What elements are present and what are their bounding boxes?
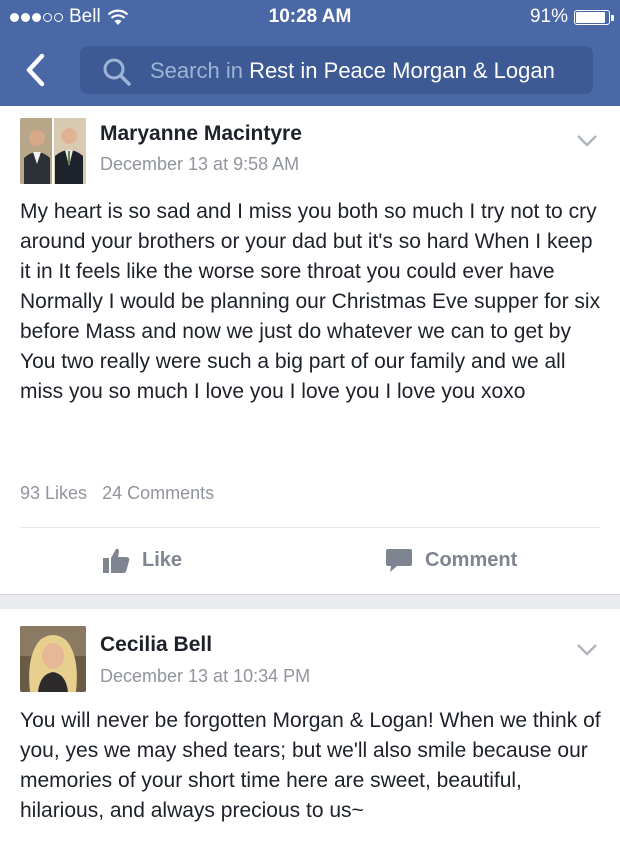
status-bar: Bell 10:28 AM 91% bbox=[0, 0, 620, 36]
search-query: Rest in Peace Morgan & Logan bbox=[249, 58, 555, 83]
battery-status: 91% bbox=[529, 6, 614, 28]
comment-count[interactable]: 24 Comments bbox=[102, 483, 214, 503]
navigation-header: Bell 10:28 AM 91% Search in Rest in Peac… bbox=[0, 0, 620, 106]
post-body: My heart is so sad and I miss you both s… bbox=[20, 200, 601, 403]
divider bbox=[20, 527, 600, 528]
post-author[interactable]: Maryanne Macintyre bbox=[100, 122, 302, 146]
chevron-down-icon[interactable] bbox=[576, 134, 598, 148]
comment-bubble-icon bbox=[386, 549, 412, 572]
post-author[interactable]: Cecilia Bell bbox=[100, 633, 212, 657]
like-label: Like bbox=[142, 549, 183, 571]
post-separator bbox=[0, 594, 620, 609]
avatar[interactable] bbox=[20, 626, 86, 692]
post-reaction-counts[interactable]: 93 Likes 24 Comments bbox=[20, 483, 214, 504]
comment-label: Comment bbox=[425, 548, 518, 571]
like-count[interactable]: 93 Likes bbox=[20, 483, 87, 503]
avatar[interactable] bbox=[20, 118, 86, 184]
comment-button[interactable]: Comment bbox=[385, 547, 517, 573]
status-time: 10:28 AM bbox=[268, 6, 352, 27]
search-icon bbox=[103, 58, 131, 86]
like-button[interactable]: Like bbox=[102, 547, 182, 574]
chevron-left-icon bbox=[26, 53, 45, 87]
post-card: Maryanne Macintyre December 13 at 9:58 A… bbox=[0, 106, 620, 594]
battery-percent: 91% bbox=[529, 6, 568, 27]
battery-level bbox=[576, 11, 606, 23]
post-body: You will never be forgotten Morgan & Log… bbox=[20, 709, 601, 822]
search-input[interactable]: Search in Rest in Peace Morgan & Logan bbox=[80, 46, 593, 94]
chevron-down-icon[interactable] bbox=[576, 643, 598, 657]
battery-icon bbox=[574, 9, 614, 25]
post-date[interactable]: December 13 at 9:58 AM bbox=[100, 154, 299, 175]
post-card: Cecilia Bell December 13 at 10:34 PM You… bbox=[0, 609, 620, 859]
post-date[interactable]: December 13 at 10:34 PM bbox=[100, 666, 310, 687]
thumbs-up-icon bbox=[103, 548, 130, 573]
search-prefix: Search in Rest in Peace Morgan & Logan bbox=[150, 58, 555, 83]
back-button[interactable] bbox=[18, 48, 58, 92]
